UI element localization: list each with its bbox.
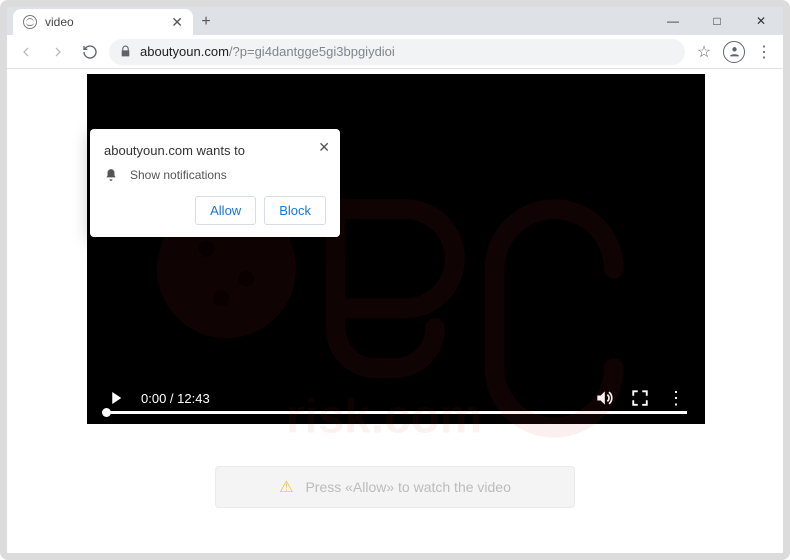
video-player[interactable]: 0:00 / 12:43 ⋮ <box>87 74 705 424</box>
lock-icon <box>119 45 132 58</box>
window-close-button[interactable]: ✕ <box>739 7 783 35</box>
video-progress-bar[interactable] <box>105 411 687 414</box>
video-progress-handle[interactable] <box>102 408 111 417</box>
play-icon[interactable] <box>105 387 127 409</box>
browser-tab[interactable]: video ✕ <box>13 9 193 35</box>
forward-button[interactable] <box>45 39 71 65</box>
bell-icon <box>104 168 118 182</box>
popup-close-icon[interactable]: ✕ <box>318 139 330 156</box>
close-tab-icon[interactable]: ✕ <box>171 14 183 31</box>
address-bar: aboutyoun.com/?p=gi4dantgge5gi3bpgiydioi… <box>7 35 783 69</box>
allow-button[interactable]: Allow <box>195 196 256 225</box>
browser-menu-button[interactable]: ⋮ <box>751 39 777 65</box>
video-controls: 0:00 / 12:43 ⋮ <box>87 372 705 424</box>
block-button[interactable]: Block <box>264 196 326 225</box>
new-tab-button[interactable]: + <box>193 9 219 35</box>
window-titlebar: video ✕ + — □ ✕ <box>7 7 783 35</box>
page-content: 0:00 / 12:43 ⋮ ⚠ Press «Allow» to watch … <box>7 69 783 553</box>
bookmark-star-icon[interactable]: ☆ <box>691 39 717 65</box>
tab-title: video <box>45 15 163 29</box>
notification-permission-popup: ✕ aboutyoun.com wants to Show notificati… <box>90 129 340 237</box>
warning-icon: ⚠ <box>279 477 293 497</box>
profile-avatar-icon[interactable] <box>723 41 745 63</box>
url-field[interactable]: aboutyoun.com/?p=gi4dantgge5gi3bpgiydioi <box>109 39 685 65</box>
url-text: aboutyoun.com/?p=gi4dantgge5gi3bpgiydioi <box>140 44 395 59</box>
globe-icon <box>23 15 37 29</box>
window-maximize-button[interactable]: □ <box>695 7 739 35</box>
reload-button[interactable] <box>77 39 103 65</box>
video-time: 0:00 / 12:43 <box>141 391 210 406</box>
video-menu-icon[interactable]: ⋮ <box>665 387 687 409</box>
window-minimize-button[interactable]: — <box>651 7 695 35</box>
allow-prompt-text: Press «Allow» to watch the video <box>305 479 510 495</box>
back-button[interactable] <box>13 39 39 65</box>
fullscreen-icon[interactable] <box>629 387 651 409</box>
popup-title: aboutyoun.com wants to <box>104 143 326 158</box>
allow-prompt-banner: ⚠ Press «Allow» to watch the video <box>215 466 575 508</box>
popup-body-text: Show notifications <box>130 168 227 182</box>
volume-icon[interactable] <box>593 387 615 409</box>
